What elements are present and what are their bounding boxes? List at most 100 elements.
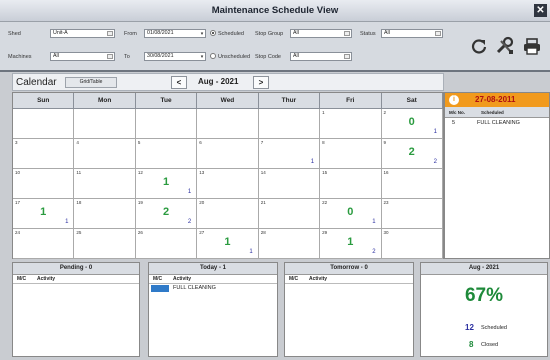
day-cell[interactable]: 3 bbox=[13, 139, 75, 168]
day-number: 24 bbox=[15, 230, 21, 235]
day-cell[interactable] bbox=[197, 109, 259, 138]
machines-value: All bbox=[53, 53, 59, 59]
day-cell[interactable]: 5 bbox=[136, 139, 198, 168]
day-cell[interactable]: 27 1 1 bbox=[197, 229, 259, 258]
day-cell[interactable]: 14 bbox=[259, 169, 321, 198]
day-number: 11 bbox=[76, 170, 82, 175]
scheduled-count: 2 bbox=[372, 249, 376, 255]
day-cell[interactable] bbox=[13, 109, 75, 138]
calendar-dropdown-icon: ▾ bbox=[200, 31, 204, 37]
day-cell[interactable]: 16 bbox=[382, 169, 443, 198]
day-cell[interactable]: 71 bbox=[259, 139, 321, 168]
stop-code-select[interactable]: All bbox=[290, 52, 352, 61]
selected-date: 27-08-2011 bbox=[475, 95, 516, 104]
stop-code-value: All bbox=[293, 53, 299, 59]
print-icon[interactable] bbox=[523, 37, 541, 55]
selected-day-panel: i 27-08-2011 M/c No. Scheduled 5 FULL CL… bbox=[444, 92, 550, 259]
day-cell[interactable]: 30 bbox=[382, 229, 443, 258]
day-cell[interactable]: 9 2 2 bbox=[382, 139, 443, 168]
from-date-field[interactable]: 01/08/2021 ▾ bbox=[144, 29, 206, 38]
day-cell[interactable]: 17 1 1 bbox=[13, 199, 75, 228]
to-value: 30/08/2021 bbox=[147, 53, 174, 59]
day-cell[interactable]: 10 bbox=[13, 169, 75, 198]
day-cell[interactable]: 15 bbox=[320, 169, 382, 198]
col-activity-header: Activity bbox=[173, 276, 192, 282]
closed-count: 1 bbox=[347, 236, 354, 248]
today-row[interactable]: FULL CLEANING bbox=[149, 284, 277, 293]
day-cell[interactable]: 22 0 1 bbox=[320, 199, 382, 228]
selected-date-bar: i 27-08-2011 bbox=[445, 93, 549, 107]
day-cell[interactable]: 29 1 2 bbox=[320, 229, 382, 258]
closed-count: 2 bbox=[162, 206, 170, 218]
stop-group-value: All bbox=[293, 30, 299, 36]
day-cell[interactable]: 25 bbox=[74, 229, 136, 258]
calendar-week: 24 25 26 27 1 1 28 29 1 2 30 bbox=[13, 229, 443, 259]
closed-count: 1 bbox=[40, 206, 47, 218]
next-month-button[interactable]: > bbox=[253, 76, 269, 89]
day-cell[interactable]: 12 1 1 bbox=[136, 169, 198, 198]
status-label: Status bbox=[360, 31, 376, 37]
day-cell[interactable]: 21 bbox=[259, 199, 321, 228]
day-cell[interactable] bbox=[74, 109, 136, 138]
scheduled-count: 1 bbox=[249, 249, 253, 255]
day-number: 17 bbox=[15, 200, 21, 205]
window-title: Maintenance Schedule View bbox=[211, 5, 339, 16]
day-cell[interactable]: 4 bbox=[74, 139, 136, 168]
day-number: 23 bbox=[383, 200, 389, 205]
unscheduled-label: Unscheduled bbox=[218, 54, 251, 60]
from-value: 01/08/2021 bbox=[147, 30, 174, 36]
col-mc-header: M/C bbox=[153, 276, 163, 282]
scheduled-count: 2 bbox=[187, 219, 192, 225]
day-cell[interactable]: 11 bbox=[74, 169, 136, 198]
shed-select[interactable]: Unit-A bbox=[50, 29, 115, 38]
day-cell[interactable]: 2 0 1 bbox=[382, 109, 443, 138]
close-button[interactable]: ✕ bbox=[534, 4, 547, 17]
day-cell[interactable]: 6 bbox=[197, 139, 259, 168]
weekday-mon: Mon bbox=[74, 93, 136, 108]
day-cell[interactable] bbox=[136, 109, 198, 138]
day-number: 12 bbox=[137, 170, 143, 175]
calendar-dropdown-icon: ▾ bbox=[200, 54, 204, 60]
unscheduled-radio[interactable] bbox=[210, 53, 216, 59]
col-activity-header: Activity bbox=[309, 276, 328, 282]
prev-month-button[interactable]: < bbox=[171, 76, 187, 89]
day-cell[interactable]: 8 bbox=[320, 139, 382, 168]
day-cell[interactable]: 20 bbox=[197, 199, 259, 228]
col-scheduled-header: Scheduled bbox=[481, 110, 504, 115]
col-activity-header: Activity bbox=[37, 276, 56, 282]
day-number: 26 bbox=[137, 230, 143, 235]
pending-header: M/C Activity bbox=[13, 275, 139, 284]
day-cell[interactable]: 13 bbox=[197, 169, 259, 198]
day-number: 13 bbox=[199, 170, 205, 175]
row-activity: FULL CLEANING bbox=[173, 285, 216, 291]
day-number: 29 bbox=[322, 230, 328, 235]
day-cell[interactable] bbox=[259, 109, 321, 138]
day-cell[interactable]: 24 bbox=[13, 229, 75, 258]
day-cell[interactable]: 19 2 2 bbox=[136, 199, 198, 228]
scheduled-radio[interactable] bbox=[210, 30, 216, 36]
day-cell[interactable]: 1 bbox=[320, 109, 382, 138]
completion-percent: 67% bbox=[464, 285, 504, 306]
day-number: 8 bbox=[322, 140, 325, 145]
grid-table-button[interactable]: Grid/Table bbox=[65, 77, 117, 88]
closed-count: 1 bbox=[162, 176, 170, 188]
day-cell[interactable]: 28 bbox=[259, 229, 321, 258]
day-cell[interactable]: 18 bbox=[74, 199, 136, 228]
selected-day-header: M/c No. Scheduled bbox=[445, 107, 549, 118]
today-header: M/C Activity bbox=[149, 275, 277, 284]
shed-value: Unit-A bbox=[53, 30, 68, 36]
dropdown-icon bbox=[107, 54, 113, 59]
day-cell[interactable]: 23 bbox=[382, 199, 443, 228]
status-select[interactable]: All bbox=[381, 29, 443, 38]
tomorrow-header: M/C Activity bbox=[285, 275, 413, 284]
calendar-title: Calendar bbox=[16, 77, 57, 88]
stop-group-select[interactable]: All bbox=[290, 29, 352, 38]
machines-select[interactable]: All bbox=[50, 52, 115, 61]
selected-day-row[interactable]: 5 FULL CLEANING bbox=[445, 119, 549, 128]
wrench-screwdriver-icon[interactable] bbox=[495, 36, 515, 56]
day-cell[interactable]: 26 bbox=[136, 229, 198, 258]
to-date-field[interactable]: 30/08/2021 ▾ bbox=[144, 52, 206, 61]
tomorrow-title: Tomorrow - 0 bbox=[285, 263, 413, 275]
refresh-icon[interactable] bbox=[470, 37, 488, 55]
closed-count: 0 bbox=[347, 206, 354, 218]
